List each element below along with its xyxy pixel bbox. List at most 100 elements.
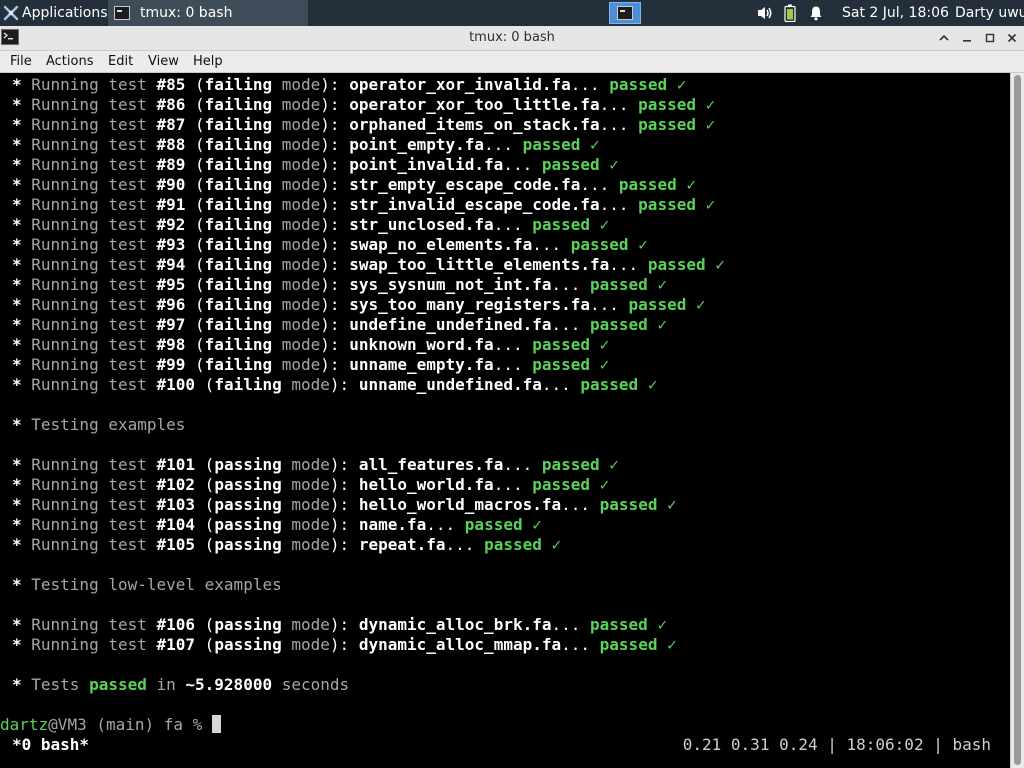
summary-line: * Tests passed in ~5.928000 seconds: [12, 675, 725, 695]
check-mark: ✓: [522, 515, 542, 534]
test-file: operator_xor_too_little.fa: [349, 95, 600, 114]
bullet: *: [12, 635, 32, 654]
test-number: #90: [156, 175, 196, 194]
paren: (: [204, 455, 215, 474]
check-mark: ✓: [638, 375, 658, 394]
paren: (: [195, 115, 205, 134]
running-label: Running test: [31, 75, 157, 94]
running-label: Running test: [31, 175, 157, 194]
shell-prompt[interactable]: dartz@VM3 (main) fa %: [0, 715, 221, 735]
menubar: File Actions Edit View Help: [0, 51, 1024, 73]
running-label: Running test: [31, 135, 157, 154]
passed-status: passed: [580, 375, 639, 394]
test-file: str_unclosed.fa: [349, 215, 494, 234]
check-mark: ✓: [599, 155, 619, 174]
passed-status: passed: [590, 275, 648, 294]
window-title: tmux: 0 bash: [469, 30, 555, 45]
terminal-icon: [114, 6, 130, 20]
paren: (: [195, 75, 205, 94]
panel-clock[interactable]: Sat 2 Jul, 18:06: [842, 0, 949, 26]
ellipsis: ...: [445, 535, 485, 554]
paren: ):: [320, 155, 350, 174]
test-number: #96: [156, 295, 196, 314]
bullet: *: [12, 295, 32, 314]
paren: ):: [329, 455, 359, 474]
test-result-line: * Running test #90 (failing mode): str_e…: [12, 175, 725, 195]
bullet: *: [12, 75, 32, 94]
passed-status: passed: [570, 235, 629, 254]
mode-word: mode: [272, 355, 321, 374]
check-mark: ✓: [676, 175, 696, 194]
mode-word: mode: [281, 615, 330, 634]
terminal-output[interactable]: * Running test #85 (failing mode): opera…: [0, 73, 1010, 768]
paren: ):: [320, 115, 350, 134]
test-file: unknown_word.fa: [349, 335, 494, 354]
running-label: Running test: [31, 535, 157, 554]
test-number: #106: [156, 615, 205, 634]
test-file: swap_no_elements.fa: [349, 235, 533, 254]
bullet: *: [12, 375, 32, 394]
taskbar-item-tmux[interactable]: tmux: 0 bash: [108, 0, 308, 26]
paren: (: [204, 515, 215, 534]
test-number: #107: [156, 635, 205, 654]
test-mode: passing: [214, 455, 282, 474]
test-file: repeat.fa: [358, 535, 446, 554]
test-result-line: * Running test #94 (failing mode): swap_…: [12, 255, 725, 275]
paren: ):: [329, 615, 359, 634]
terminal-scrollbar[interactable]: [1010, 73, 1024, 768]
workspace-switcher[interactable]: [609, 2, 641, 24]
test-number: #97: [156, 315, 196, 334]
bullet: *: [12, 155, 32, 174]
bullet: *: [12, 135, 32, 154]
check-mark: ✓: [628, 235, 648, 254]
keep-above-button[interactable]: [935, 29, 953, 47]
menu-view[interactable]: View: [148, 51, 179, 72]
passed-status: passed: [464, 515, 523, 534]
battery-icon[interactable]: [784, 4, 796, 22]
minimize-button[interactable]: [958, 29, 976, 47]
applications-menu[interactable]: Applications: [0, 0, 108, 26]
menu-help[interactable]: Help: [193, 51, 223, 72]
mode-word: mode: [272, 295, 321, 314]
running-label: Running test: [31, 295, 157, 314]
mode-word: mode: [281, 635, 330, 654]
applications-label: Applications: [22, 5, 108, 21]
test-result-line: * Running test #105 (passing mode): repe…: [12, 535, 725, 555]
test-mode: failing: [204, 215, 273, 234]
maximize-button[interactable]: [981, 29, 999, 47]
tmux-window-list[interactable]: *0 bash*: [12, 735, 89, 755]
window-titlebar[interactable]: tmux: 0 bash: [0, 26, 1024, 51]
close-button[interactable]: [1003, 29, 1021, 47]
running-label: Running test: [31, 95, 157, 114]
top-panel: Applications tmux: 0 bash Sat 2 Jul, 18:…: [0, 0, 1024, 26]
check-mark: ✓: [647, 615, 668, 634]
menu-file[interactable]: File: [10, 51, 32, 72]
panel-user-name[interactable]: Darty uwu: [955, 0, 1024, 26]
paren: ):: [320, 275, 350, 294]
test-mode: failing: [204, 235, 273, 254]
bullet: *: [12, 215, 32, 234]
ellipsis: ...: [609, 255, 648, 274]
mode-word: mode: [272, 75, 321, 94]
check-mark: ✓: [705, 255, 725, 274]
terminal-lines: * Running test #85 (failing mode): opera…: [12, 75, 725, 715]
section-heading-line: * Testing low-level examples: [12, 575, 725, 595]
notification-bell-icon[interactable]: [808, 5, 824, 21]
test-file: sys_sysnum_not_int.fa: [349, 275, 552, 294]
passed-status: passed: [532, 335, 591, 354]
menu-actions[interactable]: Actions: [46, 51, 94, 72]
paren: (: [195, 355, 205, 374]
test-number: #89: [156, 155, 196, 174]
mode-word: mode: [272, 215, 321, 234]
check-mark: ✓: [590, 335, 610, 354]
scrollbar-thumb[interactable]: [1014, 75, 1021, 765]
paren: ):: [320, 295, 350, 314]
test-result-line: * Running test #97 (failing mode): undef…: [12, 315, 725, 335]
paren: ):: [329, 535, 359, 554]
bullet: *: [12, 615, 32, 634]
paren: ):: [329, 495, 359, 514]
volume-icon[interactable]: [756, 5, 774, 21]
menu-edit[interactable]: Edit: [108, 51, 133, 72]
test-mode: passing: [214, 495, 282, 514]
test-file: all_features.fa: [358, 455, 504, 474]
